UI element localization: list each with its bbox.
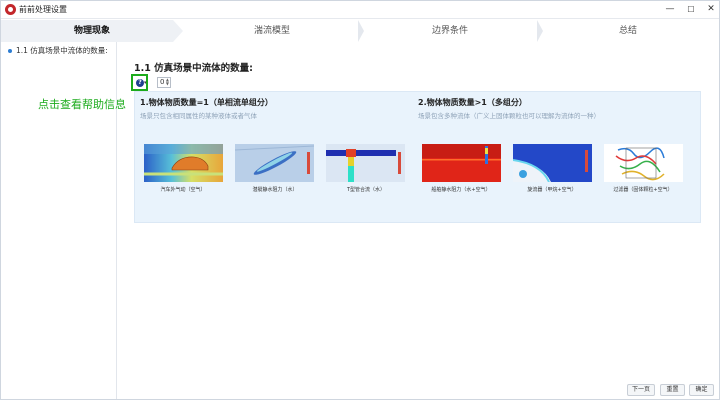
tree-item-fluid-count[interactable]: 1.1 仿真场景中流体的数量: [8, 46, 112, 56]
window-title: 前前处理设置 [19, 5, 67, 14]
maximize-button[interactable]: ☐ [684, 3, 698, 16]
multi-phase-subtitle: 场景包含多种流体（广义上固体颗粒也可以理解为流体的一种） [418, 112, 600, 120]
fluid-type-card: 1.物体物质数量=1（单相流单组分） 场景只包含相同属性的某种液体或者气体 2.… [134, 91, 701, 223]
wizard-stepper: 物理现象 湍流模型 边界条件 总结 [1, 20, 719, 42]
filter-caption: 过滤器（固体颗粒+空气） [613, 187, 673, 193]
close-button[interactable]: ✕ [704, 3, 718, 16]
preprocess-settings-window: 前前处理设置 — ☐ ✕ 物理现象 湍流模型 边界条件 总结 1.1 仿真场景中… [0, 0, 720, 400]
question-icon: ? [136, 79, 144, 87]
submarine-caption: 潜艇静水阻力（水） [252, 187, 298, 193]
multi-phase-heading: 2.物体物质数量>1（多组分） [418, 98, 527, 107]
ship-resistance-caption: 船舶静水阻力（水+空气） [431, 187, 491, 193]
single-phase-subtitle: 场景只包含相同属性的某种液体或者气体 [140, 112, 257, 120]
single-phase-heading: 1.物体物质数量=1（单相流单组分） [140, 98, 273, 107]
tree-item-label: 1.1 仿真场景中流体的数量: [16, 46, 108, 55]
cyclone-caption: 旋流器（甲烷+空气） [527, 187, 577, 193]
filter-image [604, 144, 683, 182]
submarine-image [235, 144, 314, 182]
reset-button[interactable]: 重置 [660, 384, 685, 396]
step-summary[interactable]: 总结 [539, 20, 717, 42]
car-aero-caption: 汽车外气动（空气） [160, 187, 206, 193]
t-pipe-image [326, 144, 405, 182]
chevron-down-icon: ▾ [144, 80, 147, 86]
bullet-icon [8, 49, 12, 53]
spin-arrows-icon[interactable]: ▲ ▼ [166, 78, 169, 86]
step-turbulence-model[interactable]: 湍流模型 [183, 20, 361, 42]
minimize-button[interactable]: — [663, 3, 677, 16]
step-boundary-conditions[interactable]: 边界条件 [361, 20, 539, 42]
t-pipe-caption: T型管合流（水） [346, 187, 386, 193]
spinbox-value: 0 [160, 78, 165, 86]
section-title: 1.1 仿真场景中流体的数量: [134, 63, 253, 74]
help-tip-label: 点击查看帮助信息 [38, 98, 126, 111]
app-logo-icon [5, 4, 16, 15]
help-button[interactable]: ? ▾ [131, 74, 148, 91]
step-physics[interactable]: 物理现象 [1, 20, 183, 42]
fluid-count-spinbox[interactable]: 0 ▲ ▼ [157, 77, 171, 88]
next-page-button[interactable]: 下一页 [627, 384, 655, 396]
cyclone-image [513, 144, 592, 182]
ship-resistance-image [422, 144, 501, 182]
ok-button[interactable]: 确定 [689, 384, 714, 396]
title-bar: 前前处理设置 — ☐ ✕ [1, 1, 719, 19]
car-aero-image [144, 144, 223, 182]
